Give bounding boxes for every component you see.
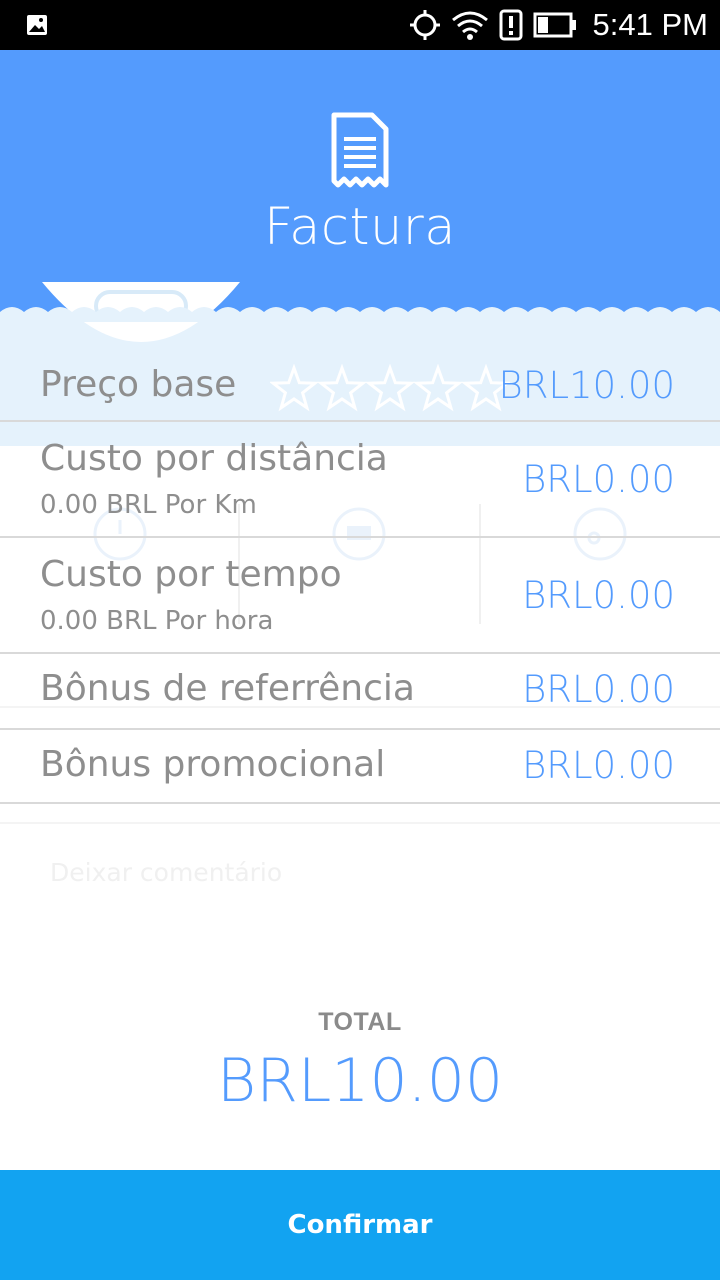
status-bar: 5:41 PM (0, 0, 720, 50)
status-icons: 5:41 PM (409, 0, 708, 50)
star-icon (270, 364, 320, 412)
fare-label: Bônus promocional (40, 744, 386, 785)
fare-row-referral: Bônus de referrência BRL0.00 (0, 654, 720, 730)
fare-label: Preço base (40, 364, 237, 405)
fare-row-promo: Bônus promocional BRL0.00 (0, 730, 720, 804)
fare-value: BRL0.00 (522, 744, 675, 787)
fare-rate: 0.00 BRL Por hora (40, 606, 274, 636)
comment-placeholder: Deixar comentário (50, 858, 283, 887)
invoice-header: Factura (0, 50, 720, 312)
wifi-icon (451, 11, 488, 40)
fare-value: BRL0.00 (522, 574, 675, 617)
fare-row-time: Custo por tempo 0.00 BRL Por hora BRL0.0… (0, 538, 720, 654)
fare-label: Bônus de referrência (40, 668, 415, 709)
gps-icon (409, 10, 440, 40)
fare-breakdown: Preço base BRL10.00 Custo por distância … (0, 322, 720, 804)
rating-stars (270, 364, 510, 412)
status-time: 5:41 PM (592, 7, 708, 42)
confirm-button[interactable]: Confirmar (0, 1170, 720, 1280)
fare-label: Custo por tempo (40, 554, 342, 595)
receipt-icon (331, 112, 389, 188)
receipt-edge (0, 307, 720, 322)
fare-value: BRL0.00 (522, 458, 675, 501)
fare-value: BRL10.00 (498, 364, 675, 407)
total-value: BRL10.00 (216, 1046, 504, 1116)
total-label: TOTAL (318, 1008, 402, 1036)
fare-label: Custo por distância (40, 438, 388, 479)
page-title: Factura (264, 198, 456, 257)
alert-icon (499, 9, 523, 41)
star-icon (316, 364, 368, 412)
fare-row-distance: Custo por distância 0.00 BRL Por Km BRL0… (0, 422, 720, 538)
background-divider (0, 822, 720, 824)
battery-icon (533, 12, 576, 38)
star-icon (364, 364, 416, 412)
star-icon (412, 364, 464, 412)
fare-rate: 0.00 BRL Por Km (40, 490, 257, 520)
fare-row-base: Preço base BRL10.00 (0, 322, 720, 422)
fare-value: BRL0.00 (522, 668, 675, 711)
image-icon (27, 15, 47, 35)
